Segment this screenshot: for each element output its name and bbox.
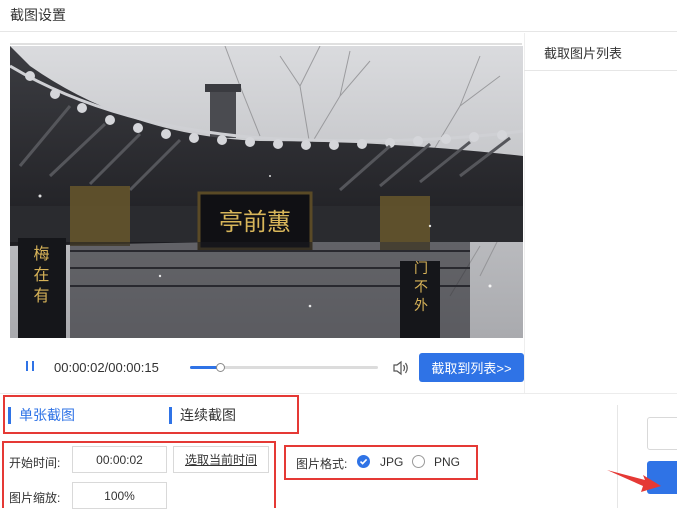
capture-list-panel <box>524 33 677 393</box>
check-icon <box>359 458 368 465</box>
plaque-text: 亭前蕙 <box>219 208 291 236</box>
left-couplet: 梅 在 有 <box>31 245 50 304</box>
secondary-action-button[interactable] <box>647 417 677 450</box>
dialog-title: 截图设置 <box>10 7 66 23</box>
capture-to-list-button[interactable]: 截取到列表>> <box>419 353 524 382</box>
red-arrow-icon <box>607 470 661 492</box>
png-label[interactable]: PNG <box>434 455 460 469</box>
format-label: 图片格式: <box>296 457 348 471</box>
jpg-radio[interactable] <box>357 455 370 468</box>
video-frame-image: 亭前蕙 梅 在 有 门 不 外 <box>10 46 523 338</box>
scale-input[interactable]: 100% <box>72 482 167 509</box>
title-divider <box>0 31 677 32</box>
speaker-icon[interactable] <box>392 360 410 376</box>
video-top-border <box>10 43 522 45</box>
start-time-input[interactable]: 00:00:02 <box>72 446 167 473</box>
tab-single-capture[interactable]: 单张截图 <box>8 407 75 424</box>
controls-divider <box>0 393 677 394</box>
right-couplet: 门 不 外 <box>412 261 428 312</box>
capture-list-divider <box>524 70 677 71</box>
select-current-time-button[interactable]: 选取当前时间 <box>173 446 269 473</box>
total-duration: 00:00:15 <box>108 360 159 375</box>
video-preview[interactable]: 亭前蕙 梅 在 有 门 不 外 <box>10 46 523 338</box>
scale-label: 图片缩放: <box>9 491 61 505</box>
tab-continuous-capture[interactable]: 连续截图 <box>169 407 236 424</box>
seek-slider-handle[interactable] <box>216 363 225 372</box>
png-radio[interactable] <box>412 455 425 468</box>
capture-list-title: 截取图片列表 <box>544 46 623 61</box>
pause-icon[interactable] <box>24 359 36 376</box>
jpg-label[interactable]: JPG <box>380 455 403 469</box>
current-time: 00:00:02 <box>54 360 105 375</box>
time-readout: 00:00:02/00:00:15 <box>54 360 159 375</box>
start-time-label: 开始时间: <box>9 456 61 470</box>
